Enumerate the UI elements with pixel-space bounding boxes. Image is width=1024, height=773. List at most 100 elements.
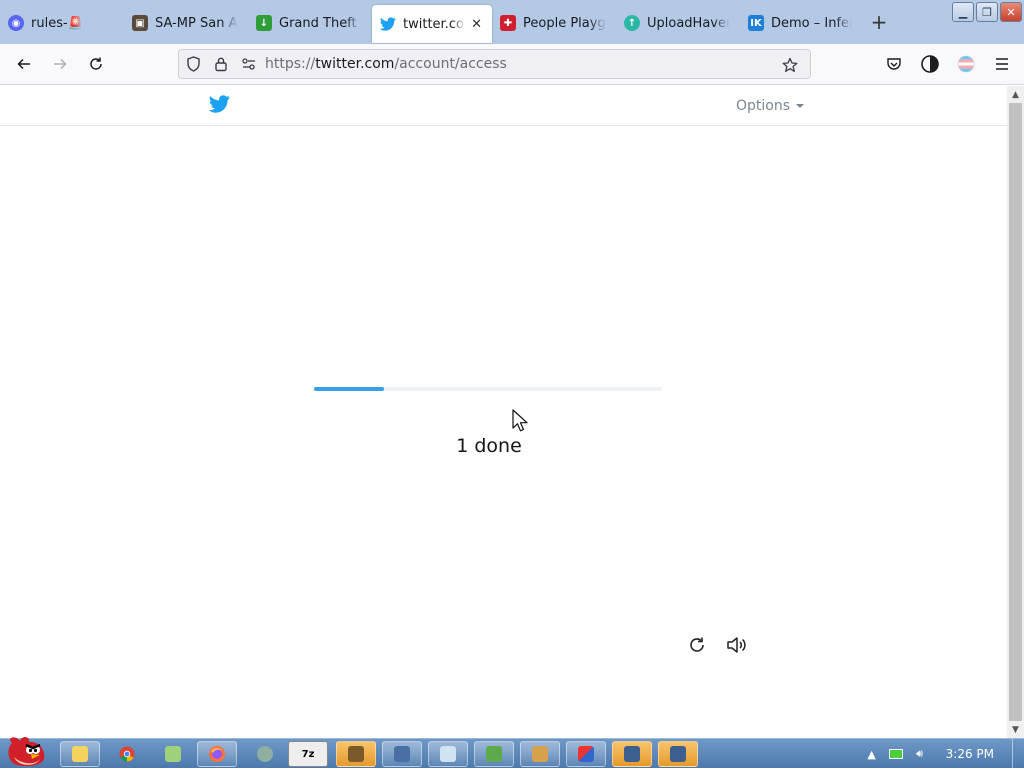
download-arrow-icon: ↓ [256, 15, 272, 31]
back-arrow-icon [17, 58, 30, 70]
tab-twitter[interactable]: twitter.com/ ✕ [372, 5, 492, 43]
vertical-scrollbar[interactable]: ▲ ▼ [1007, 86, 1024, 738]
pocket-button[interactable] [878, 48, 910, 80]
libraries-icon [165, 746, 181, 762]
samp-icon: ▣ [132, 15, 148, 31]
twitter-logo-icon[interactable] [208, 95, 230, 117]
tab-inferkit[interactable]: IK Demo – InferK [740, 3, 862, 43]
options-dropdown[interactable]: Options [736, 98, 805, 114]
forward-button[interactable] [42, 48, 78, 80]
account-avatar-button[interactable] [950, 48, 982, 80]
tab-title: SA-MP San An [155, 15, 238, 31]
notepad-icon [440, 746, 456, 762]
bookmark-star-icon[interactable] [776, 51, 804, 79]
half-circle-extension-icon [921, 55, 939, 73]
extension-button[interactable] [914, 48, 946, 80]
scroll-thumb[interactable] [1009, 103, 1022, 721]
7zip-icon: 7z [301, 748, 315, 760]
tab-grand-theft[interactable]: ↓ Grand Theft A [248, 3, 372, 43]
tab-samp[interactable]: ▣ SA-MP San An [124, 3, 248, 43]
network-icon[interactable] [886, 744, 906, 764]
options-label: Options [736, 98, 791, 114]
mouse-cursor-icon [512, 409, 528, 432]
url-text[interactable]: https://twitter.com/account/access [265, 56, 507, 72]
tab-title: UploadHaven [647, 15, 730, 31]
refresh-icon [690, 637, 704, 652]
installer-icon [624, 746, 640, 762]
uploadhaven-icon: ↑ [624, 15, 640, 31]
lock-icon[interactable] [207, 50, 235, 78]
system-tray: ▲ 🔊︎ 3:26 PM [858, 739, 1024, 769]
tab-people-playground[interactable]: ✚ People Playgr [492, 3, 616, 43]
new-tab-button[interactable]: + [862, 4, 896, 40]
site-permissions-icon[interactable] [235, 50, 263, 78]
window-controls: ▁ ❐ ✕ [952, 2, 1022, 22]
tab-uploadhaven[interactable]: ↑ UploadHaven [616, 3, 740, 43]
audio-challenge-button[interactable] [725, 633, 749, 657]
reload-icon [90, 57, 102, 70]
tab-title: Grand Theft A [279, 15, 362, 31]
start-button[interactable] [2, 733, 52, 769]
globe-icon [257, 746, 273, 762]
taskbar-app-paint[interactable] [566, 741, 606, 767]
tab-list: ◉ rules-🚨 ▣ SA-MP San An ↓ Grand Theft A… [0, 0, 896, 44]
menu-button[interactable] [986, 48, 1018, 80]
close-tab-icon[interactable]: ✕ [471, 17, 482, 32]
taskbar-explorer[interactable] [60, 741, 100, 767]
progress-bar [314, 387, 662, 391]
url-scheme: https:// [265, 56, 316, 72]
minimize-button[interactable]: ▁ [952, 2, 974, 22]
taskbar-libraries[interactable] [153, 741, 193, 767]
taskbar-app-installer-2[interactable] [658, 741, 698, 767]
scroll-up-arrow-icon[interactable]: ▲ [1007, 86, 1024, 103]
people-playground-icon: ✚ [500, 15, 516, 31]
close-window-button[interactable]: ✕ [1000, 2, 1022, 22]
windows-taskbar: 7z ▲ 🔊︎ 3:26 PM [0, 736, 1024, 769]
monitor-icon [394, 746, 410, 762]
toolbar-right [878, 48, 1018, 80]
inferkit-icon: IK [748, 15, 764, 31]
url-path: /account/access [394, 56, 507, 72]
tab-discord[interactable]: ◉ rules-🚨 [0, 3, 124, 43]
reload-button[interactable] [78, 48, 114, 80]
twitter-bird-icon [380, 16, 396, 32]
folder-icon [72, 746, 88, 762]
speaker-icon [727, 637, 746, 653]
back-button[interactable] [6, 48, 42, 80]
tab-title: Demo – InferK [771, 15, 852, 31]
taskbar-app-package[interactable] [520, 741, 560, 767]
taskbar-firefox[interactable] [197, 741, 237, 767]
package-icon [532, 746, 548, 762]
avatar-icon [957, 55, 975, 73]
address-bar[interactable]: https://twitter.com/account/access [178, 49, 811, 79]
tab-title: rules-🚨 [31, 15, 84, 31]
forward-arrow-icon [54, 58, 67, 70]
discord-icon: ◉ [8, 15, 24, 31]
taskbar-7zip[interactable]: 7z [288, 741, 328, 767]
caret-down-icon [796, 104, 805, 108]
firefox-icon [209, 746, 225, 762]
hamburger-menu-icon [996, 58, 1008, 70]
taskbar-app-globe[interactable] [245, 741, 285, 767]
volume-icon[interactable]: 🔊︎ [910, 744, 930, 764]
tab-title: People Playgr [523, 15, 606, 31]
clock[interactable]: 3:26 PM [946, 747, 994, 761]
taskbar-app-door[interactable] [474, 741, 514, 767]
reload-challenge-button[interactable] [685, 633, 709, 657]
chrome-icon [119, 746, 135, 762]
taskbar-chrome[interactable] [107, 741, 147, 767]
show-desktop-button[interactable] [1012, 739, 1024, 769]
scroll-down-arrow-icon[interactable]: ▼ [1007, 721, 1024, 738]
taskbar-app-archive[interactable] [336, 741, 376, 767]
angry-bird-start-icon [8, 736, 45, 767]
taskbar-app-notepad[interactable] [428, 741, 468, 767]
taskbar-app-display[interactable] [382, 741, 422, 767]
winrar-icon [348, 746, 364, 762]
show-hidden-icons-arrow-icon[interactable]: ▲ [862, 744, 882, 764]
tracking-protection-shield-icon[interactable] [179, 50, 207, 78]
maximize-button[interactable]: ❐ [976, 2, 998, 22]
taskbar-app-installer-1[interactable] [612, 741, 652, 767]
door-icon [486, 746, 502, 762]
navigation-toolbar: https://twitter.com/account/access [0, 44, 1024, 85]
plus-icon: + [870, 10, 888, 34]
